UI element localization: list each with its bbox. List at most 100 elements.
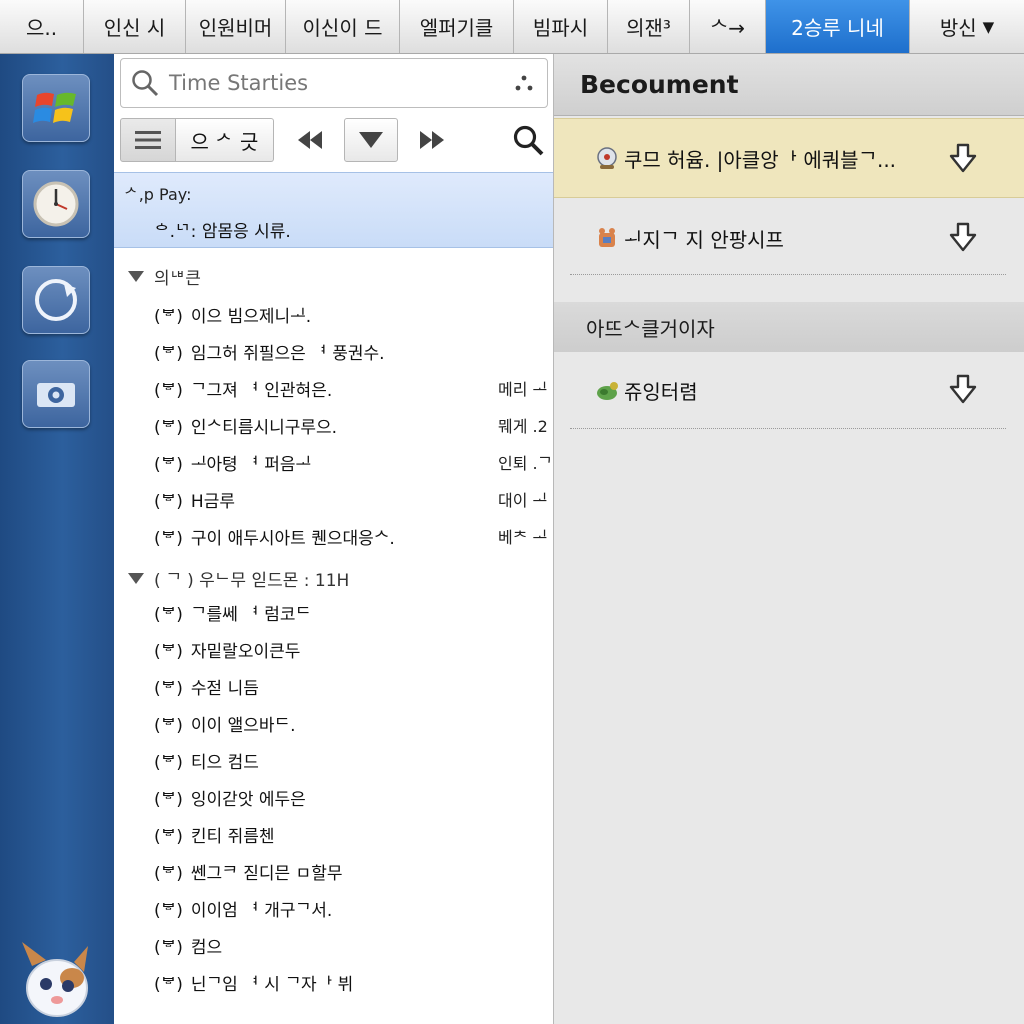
item-tag: (ᄫ) <box>154 937 183 958</box>
list-item[interactable]: (ᄫ) 킨티 쥐름첸 <box>154 816 553 852</box>
tab-9-active[interactable]: 2승루 니네 <box>766 0 910 53</box>
item-tag: (ᄫ) <box>154 306 183 327</box>
previous-button[interactable] <box>288 118 332 162</box>
download-icon[interactable] <box>948 374 978 406</box>
collapse-triangle-icon <box>128 573 144 584</box>
tab-10-label: 방신 <box>939 16 977 40</box>
list-item[interactable]: (ᄫ) ᄀ를쎄 ᅧ 럼코ᄃ <box>154 594 553 630</box>
tab-2-label: 인신 시 <box>103 16 166 40</box>
item-text: 컴으 <box>190 937 223 958</box>
dock-refresh-button[interactable] <box>22 266 90 334</box>
view-mode-button[interactable]: 으 ᄼ 긋 <box>176 118 274 162</box>
list-item[interactable]: (ᄫ) 쎈그ᄏ 짇디믄 ㅁ할무 <box>154 853 553 889</box>
dock-settings-button[interactable] <box>22 360 90 428</box>
gear-icon <box>37 383 75 407</box>
search-icon <box>132 70 159 97</box>
tab-10-dropdown[interactable]: 방신 ▼ <box>910 0 1024 53</box>
list-item[interactable]: (ᄫ) 구이 애두시아트 퀜으대응ᄉ. 베ᄎ ᆚ <box>154 518 553 554</box>
list-item[interactable]: (ᄫ) ᄀ그져 ᅧ 인관혀은. 메리 ᆚ <box>154 370 553 406</box>
view-mode-label: 으 ᄼ 긋 <box>190 129 259 154</box>
item-tag: (ᄫ) <box>154 380 183 401</box>
item-meta: 베ᄎ ᆚ <box>498 528 548 547</box>
tab-1[interactable]: 으.. <box>0 0 84 53</box>
list-toolbar: 으 ᄼ 긋 <box>120 116 550 164</box>
list-item[interactable]: (ᄫ) 자밑랄오이큰두 <box>154 631 553 667</box>
document-item-1-title: 쿠므 허윰. |아클앙ᅡ 에쿼블ᄀ... <box>624 147 897 172</box>
tab-6-label: 빔파시 <box>532 16 589 40</box>
item-text: 닌ᄀ임 ᅧ 시 ᄀ자ᅡ 뷔 <box>190 974 354 995</box>
tab-6[interactable]: 빔파시 <box>514 0 608 53</box>
item-text: 쎈그ᄏ 짇디믄 ㅁ할무 <box>190 863 343 884</box>
triangle-down-icon <box>359 132 383 148</box>
tab-2[interactable]: 인신 시 <box>84 0 186 53</box>
dock-windows-button[interactable] <box>22 74 90 142</box>
search-button[interactable] <box>506 118 550 162</box>
windows-logo-icon <box>33 92 76 123</box>
list-view-button[interactable] <box>120 118 176 162</box>
list-item[interactable]: (ᄫ) H금루 대이 ᆚ <box>154 481 553 517</box>
group-header-2[interactable]: ( ᄀ ) 우ᄂ무 읻드몬 : 11H <box>128 566 349 591</box>
hamburger-icon <box>135 131 161 149</box>
next-button[interactable] <box>410 118 454 162</box>
tab-5-label: 엘퍼기클 <box>419 16 494 40</box>
list-item[interactable]: (ᄫ) 임그허 쥐필으은 ᅧ 풍권수. <box>154 333 553 369</box>
more-options-icon[interactable] <box>513 72 535 94</box>
list-item[interactable]: (ᄫ) 인ᄉ티름시니구루으. 뭬게 .2 <box>154 407 553 443</box>
item-meta: 인퇴 .ᄀ <box>498 454 553 473</box>
list-item[interactable]: (ᄫ) 이이 앨으바ᄃ. <box>154 705 553 741</box>
item-tag: (ᄫ) <box>154 678 183 699</box>
list-item[interactable]: (ᄫ) 수젇 니듬 <box>154 668 553 704</box>
document-item-2[interactable]: ᅬ지ᄀ 지 안팡시프 <box>554 198 1024 278</box>
list-item[interactable]: (ᄫ) 잉이갇앗 에두은 <box>154 779 553 815</box>
message-list-panel: Time Starties 으 ᄼ 긋 ᄼ,p Pay: ᅌ.ᄓ: 암몸응 시류… <box>114 54 554 1024</box>
tab-4-label: 이신이 드 <box>302 16 383 40</box>
dock-clock-button[interactable] <box>22 170 90 238</box>
item-tag: (ᄫ) <box>154 454 183 475</box>
left-dock <box>0 54 114 1024</box>
list-item[interactable]: (ᄫ) 이이엄 ᅧ 개구ᄀ서. <box>154 890 553 926</box>
item-tag: (ᄫ) <box>154 343 183 364</box>
item-tag: (ᄫ) <box>154 604 183 625</box>
caret-down-icon: ▼ <box>982 17 995 36</box>
tab-3[interactable]: 인원비머 <box>186 0 286 53</box>
document-item-1[interactable]: 쿠므 허윰. |아클앙ᅡ 에쿼블ᄀ... <box>554 118 1024 198</box>
top-tab-bar: 으.. 인신 시 인원비머 이신이 드 엘퍼기클 빔파시 의잰³ ᄉ→ 2승루 … <box>0 0 1024 54</box>
selected-item-title: ᄼ,p Pay: <box>124 185 192 204</box>
group-header-1[interactable]: 의ᄖ큰 <box>128 264 201 289</box>
selected-item[interactable]: ᄼ,p Pay: ᅌ.ᄓ: 암몸응 시류. <box>114 172 553 248</box>
dropdown-filter-button[interactable] <box>344 118 398 162</box>
list-item[interactable]: (ᄫ) 이으 빔으제니ᆚ. <box>154 296 553 332</box>
item-text: 이이 앨으바ᄃ. <box>190 715 296 736</box>
tab-5[interactable]: 엘퍼기클 <box>400 0 514 53</box>
item-text: 임그허 쥐필으은 ᅧ 풍권수. <box>190 343 385 364</box>
item-tag: (ᄫ) <box>154 417 183 438</box>
toy-icon <box>599 228 615 247</box>
tab-4[interactable]: 이신이 드 <box>286 0 400 53</box>
item-text: 구이 애두시아트 퀜으대응ᄉ. <box>190 528 395 549</box>
search-bar[interactable]: Time Starties <box>120 58 548 108</box>
search-placeholder: Time Starties <box>169 71 309 95</box>
rewind-icon <box>298 131 322 149</box>
download-icon[interactable] <box>948 143 978 175</box>
tab-3-label: 인원비머 <box>198 16 273 40</box>
document-item-3[interactable]: 쥬잉터렴 <box>554 350 1024 430</box>
item-tag: (ᄫ) <box>154 826 183 847</box>
list-item[interactable]: (ᄫ) 티으 컴드 <box>154 742 553 778</box>
item-tag: (ᄫ) <box>154 641 183 662</box>
tab-8[interactable]: ᄉ→ <box>690 0 766 53</box>
list-item[interactable]: (ᄫ) 컴으 <box>154 927 553 963</box>
item-text: 잉이갇앗 에두은 <box>190 789 306 810</box>
document-panel: Becoument 쿠므 허윰. |아클앙ᅡ 에쿼블ᄀ... ᅬ지ᄀ 지 안팡시… <box>554 54 1024 1024</box>
list-item[interactable]: (ᄫ) 닌ᄀ임 ᅧ 시 ᄀ자ᅡ 뷔 <box>154 964 553 1000</box>
item-text: 수젇 니듬 <box>190 678 259 699</box>
list-item[interactable]: (ᄫ) ᆚ아텽 ᅧ 퍼음ᆚ 인퇴 .ᄀ <box>154 444 553 480</box>
clock-icon <box>33 181 79 227</box>
divider <box>570 428 1006 429</box>
item-text: H금루 <box>190 491 235 512</box>
download-icon[interactable] <box>948 222 978 254</box>
item-text: 인ᄉ티름시니구루으. <box>190 417 338 438</box>
item-tag: (ᄫ) <box>154 863 183 884</box>
tab-7[interactable]: 의잰³ <box>608 0 690 53</box>
tab-7-label: 의잰³ <box>626 16 671 40</box>
tab-9-label: 2승루 니네 <box>791 16 884 40</box>
